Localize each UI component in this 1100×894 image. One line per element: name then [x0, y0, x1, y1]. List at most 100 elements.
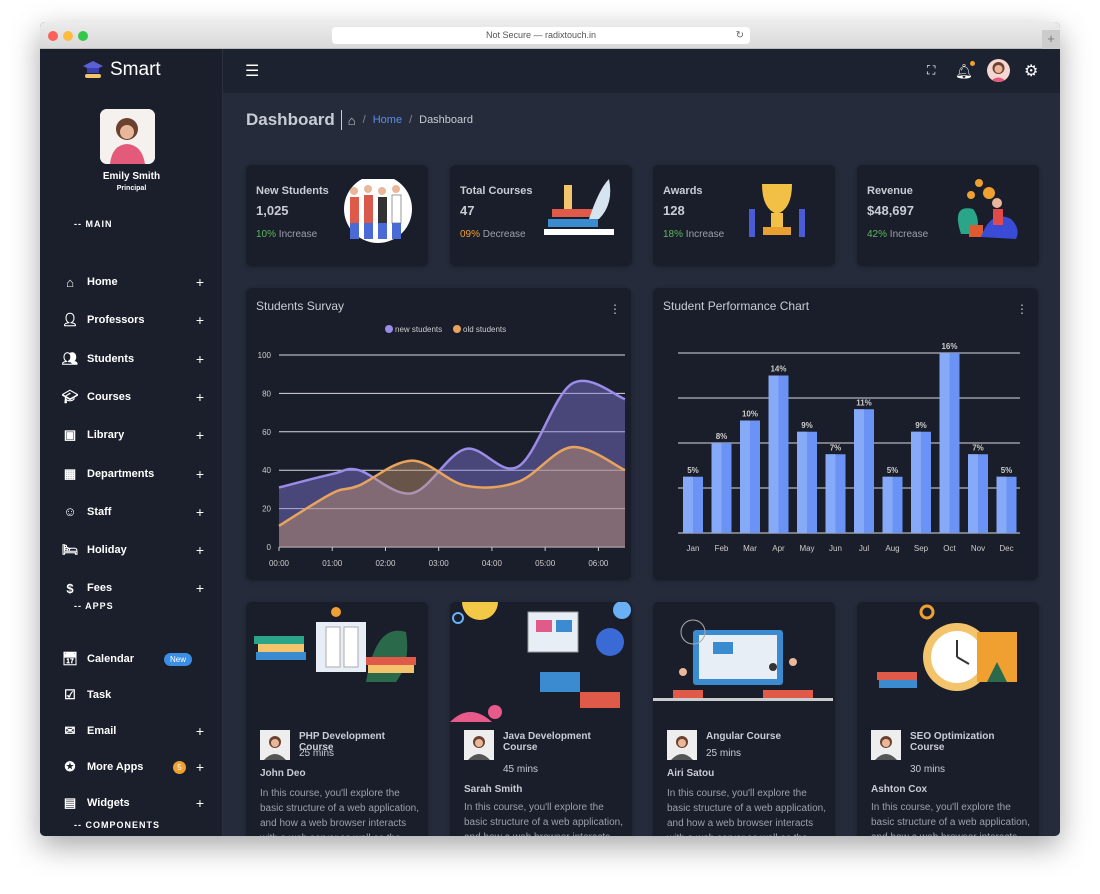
x-tick-label: Feb [715, 544, 729, 553]
expand-plus-icon[interactable]: + [196, 312, 204, 328]
close-window-button[interactable] [48, 31, 58, 41]
fullscreen-icon[interactable]: ⛶ [927, 63, 935, 78]
user-avatar[interactable] [100, 109, 155, 164]
section-apps: -- APPS [74, 601, 114, 611]
reload-icon[interactable]: ↻ [736, 27, 744, 44]
sidebar-item-more-apps[interactable]: ✪ More Apps 5 + [62, 755, 204, 779]
sidebar-item-widgets[interactable]: ▤ Widgets + [62, 791, 204, 815]
sidebar-item-label: Task [87, 689, 112, 701]
email-icon: ✉ [64, 723, 76, 738]
sidebar-item-fees[interactable]: $ Fees + [62, 576, 204, 600]
task-icon: ☑ [64, 687, 76, 702]
maximize-window-button[interactable] [78, 31, 88, 41]
course-illustration [653, 619, 833, 701]
sidebar-item-label: Staff [87, 505, 112, 518]
user-photo [100, 109, 155, 164]
x-tick-label: Oct [943, 544, 956, 553]
course-duration: 30 mins [910, 764, 946, 775]
course-card[interactable]: Angular Course 25 mins Airi Satou In thi… [653, 602, 835, 836]
y-tick-label: 0 [267, 543, 272, 552]
sidebar-item-holiday[interactable]: 🛏︎ Holiday + [62, 538, 204, 562]
dollar-icon: $ [66, 580, 74, 596]
stat-illustration [544, 179, 614, 235]
y-tick-label: 60 [262, 428, 271, 437]
course-card[interactable]: SEO Optimization Course 30 mins Ashton C… [857, 602, 1039, 836]
sidebar-item-professors[interactable]: 👤︎ Professors + [62, 308, 204, 332]
stat-title: Total Courses [460, 185, 533, 197]
course-card[interactable]: PHP Development Course 25 mins John Deo … [246, 602, 428, 836]
sidebar-item-students[interactable]: 👥︎ Students + [62, 347, 204, 371]
expand-plus-icon[interactable]: + [196, 723, 204, 739]
instructor-avatar [464, 730, 494, 760]
legend-marker [453, 325, 461, 333]
stat-card-awards: Awards 128 18% Increase [653, 165, 835, 266]
y-tick-label: 80 [262, 389, 271, 398]
x-tick-label: Mar [743, 544, 757, 553]
course-author: Sarah Smith [464, 784, 523, 795]
settings-gear-icon[interactable]: ⚙ [1024, 61, 1038, 81]
instructor-avatar [871, 730, 901, 760]
y-tick-label: 40 [262, 466, 271, 475]
bar-highlight [768, 375, 779, 533]
more-apps-icon: ✪ [64, 759, 76, 774]
widgets-icon: ▤ [63, 795, 77, 810]
bar-highlight [911, 431, 921, 533]
header-avatar[interactable] [987, 59, 1010, 82]
url-text: Not Secure — radixtouch.in [485, 30, 597, 40]
sidebar-item-task[interactable]: ☑ Task [62, 683, 204, 707]
stat-change-label: Decrease [482, 229, 526, 240]
bed-icon: 🛏︎ [61, 542, 79, 558]
sidebar-item-label: Courses [87, 390, 132, 403]
sidebar-item-library[interactable]: ▣ Library + [62, 423, 204, 447]
brand-logo[interactable]: Smart [82, 59, 161, 81]
bar-highlight [825, 454, 836, 533]
students-survey-card: Students Survay ⋮ 0 20 40 60 80 100 00:00 01:00… [246, 288, 631, 580]
bar-data-label: 7% [972, 443, 984, 452]
sidebar-item-label: Students [87, 352, 135, 365]
expand-plus-icon[interactable]: + [196, 580, 204, 596]
expand-plus-icon[interactable]: + [196, 389, 204, 405]
bar-data-label: 16% [941, 342, 957, 351]
page-title: Dashboard [246, 110, 335, 129]
stat-card-revenue: Revenue $48,697 42% Increase [857, 165, 1039, 266]
expand-plus-icon[interactable]: + [196, 759, 204, 775]
expand-plus-icon[interactable]: + [196, 274, 204, 290]
menu-toggle-icon[interactable]: ☰ [245, 61, 259, 81]
expand-plus-icon[interactable]: + [196, 466, 204, 482]
sidebar-item-label: Calendar [87, 653, 135, 665]
new-tab-button[interactable]: + [1042, 30, 1060, 49]
sidebar-item-courses[interactable]: 🎓︎ Courses + [62, 385, 204, 409]
expand-plus-icon[interactable]: + [196, 795, 204, 811]
bar-data-label: 14% [770, 365, 786, 374]
address-bar[interactable]: Not Secure — radixtouch.in ↻ [332, 27, 750, 44]
expand-plus-icon[interactable]: + [196, 542, 204, 558]
course-card[interactable]: Java Development Course 45 mins Sarah Sm… [450, 602, 632, 836]
expand-plus-icon[interactable]: + [196, 504, 204, 520]
sidebar-item-label: Home [87, 276, 118, 288]
stat-change-label: Increase [278, 229, 318, 240]
home-icon[interactable]: ⌂ [348, 113, 356, 128]
breadcrumb-home-link[interactable]: Home [373, 114, 402, 126]
bar-data-label: 5% [1001, 466, 1013, 475]
user-name: Emily Smith [102, 171, 161, 182]
expand-plus-icon[interactable]: + [196, 427, 204, 443]
notification-bell-icon[interactable]: 🔔︎ [955, 61, 975, 80]
expand-plus-icon[interactable]: + [196, 351, 204, 367]
stat-change: 42% Increase [867, 229, 928, 240]
students-survey-chart: 0 20 40 60 80 100 00:00 01:00 02:00 03:00 04:00 05:… [258, 325, 626, 568]
stat-change: 10% Increase [256, 229, 317, 240]
course-description: In this course, you'll explore the basic… [667, 788, 826, 836]
sidebar-item-departments[interactable]: ▦ Departments + [62, 462, 204, 486]
course-title[interactable]: Angular Course [706, 731, 826, 742]
course-title[interactable]: Java Development Course [503, 731, 623, 753]
sidebar-item-email[interactable]: ✉ Email + [62, 719, 204, 743]
sidebar-item-label: More Apps [87, 761, 144, 773]
sidebar-item-home[interactable]: ⌂ Home + [62, 270, 204, 294]
stat-change: 09% Decrease [460, 229, 526, 240]
sidebar-item-staff[interactable]: ☺ Staff + [62, 500, 204, 524]
x-tick-label: 05:00 [535, 559, 556, 568]
minimize-window-button[interactable] [63, 31, 73, 41]
course-title[interactable]: SEO Optimization Course [910, 731, 1030, 753]
course-author: Ashton Cox [871, 784, 928, 795]
sidebar-item-calendar[interactable]: 📅︎ Calendar New [62, 647, 204, 671]
